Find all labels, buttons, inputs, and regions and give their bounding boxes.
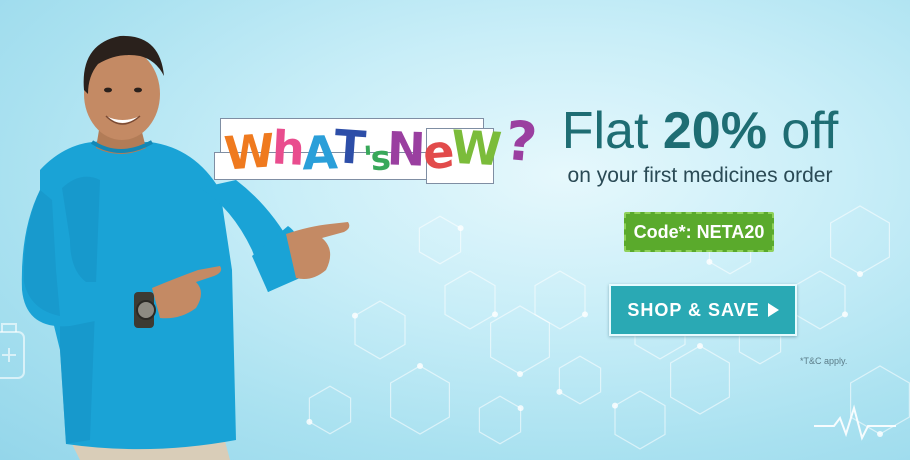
- offer-subheadline: on your first medicines order: [567, 164, 833, 187]
- hexagon-shape: [444, 270, 496, 330]
- hexagon-shape: [829, 205, 891, 275]
- promo-banner[interactable]: WhAT'sNeW? Flat 20% off on your first me…: [0, 0, 910, 460]
- hexagon-shape: [558, 355, 602, 405]
- hexagon-shape: [534, 270, 586, 330]
- coupon-code-label: Code*:: [633, 221, 692, 242]
- hexagon-shape: [490, 305, 551, 375]
- headline-suffix: off: [781, 102, 839, 160]
- hexagon-node: [612, 402, 618, 409]
- hexagon-node: [517, 405, 524, 412]
- play-triangle-icon: [767, 303, 779, 317]
- hexagon-node: [857, 271, 863, 277]
- coupon-code-badge: Code*: NETA20: [624, 212, 774, 252]
- hexagon-node: [517, 371, 523, 377]
- sticker-letter: W: [449, 119, 501, 177]
- sticker-letter: W: [222, 123, 274, 181]
- hexagon-shape: [390, 365, 450, 435]
- hexagon-shape: [794, 270, 846, 330]
- sticker-letter: A: [300, 125, 336, 181]
- discount-percentage: 20%: [662, 102, 767, 160]
- terms-note: *T&C apply.: [800, 356, 848, 366]
- hexagon-node: [697, 343, 703, 349]
- hexagon-shape: [669, 345, 731, 415]
- hexagon-node: [417, 363, 423, 369]
- whats-new-text: WhAT'sNeW?: [222, 109, 536, 185]
- shop-and-save-button[interactable]: SHOP & SAVE: [609, 284, 797, 336]
- sticker-letter: N: [386, 121, 424, 177]
- headline-prefix: Flat: [561, 102, 649, 160]
- shop-and-save-label: SHOP & SAVE: [627, 299, 760, 320]
- whats-new-sticker: WhAT'sNeW?: [214, 109, 536, 184]
- sticker-letter: e: [420, 124, 453, 180]
- hexagon-shape: [418, 215, 462, 265]
- brand-ambassador-image: [21, 35, 350, 460]
- sticker-letter: h: [270, 120, 303, 176]
- hexagon-shape: [354, 300, 406, 360]
- hexagon-node: [556, 388, 563, 395]
- medical-kit-icon: [0, 323, 25, 379]
- hexagon-node: [457, 225, 464, 232]
- heartbeat-icon: [814, 404, 896, 441]
- hexagon-node: [582, 311, 588, 318]
- hexagon-shape: [614, 390, 666, 450]
- hexagon-node: [842, 311, 848, 318]
- sticker-letter: T: [332, 119, 365, 175]
- sticker-letter: 's: [361, 138, 389, 180]
- hexagon-node: [492, 311, 498, 318]
- offer-headline: Flat 20% off: [515, 100, 885, 162]
- hexagon-node: [706, 258, 713, 265]
- hexagon-shape: [478, 395, 522, 445]
- coupon-code-value: NETA20: [696, 221, 765, 242]
